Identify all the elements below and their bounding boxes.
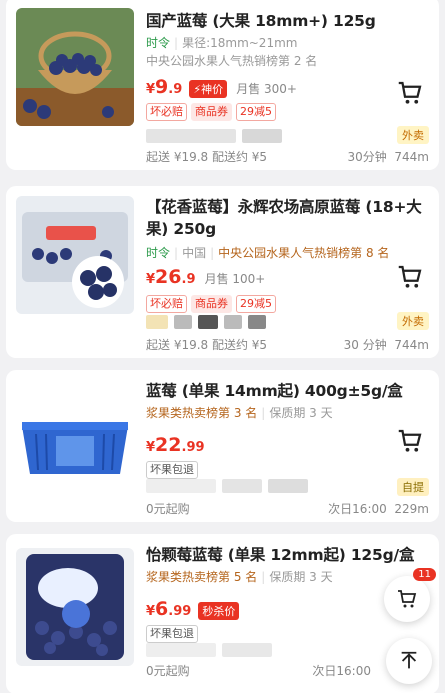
pickup-time: 次日16:00	[312, 664, 371, 678]
tag-guarantee: 坏必赔	[146, 295, 187, 313]
delivery-badge: 外卖	[397, 312, 429, 330]
tag-guarantee: 坏必赔	[146, 103, 187, 121]
product-card[interactable]: 蓝莓 (单果 14mm起) 400g±5g/盒 浆果类热卖榜第 3 名 | 保质期 …	[6, 370, 439, 522]
store-info-row	[146, 478, 429, 493]
rank-text[interactable]: 中央公园水果人气热销榜第 8 名	[218, 246, 389, 260]
min-order-text: 0元起购	[146, 502, 190, 516]
sales-text: 月售 100+	[204, 272, 266, 286]
rank-text[interactable]: 中央公园水果人气热销榜第 2 名	[146, 52, 431, 70]
delivery-badge: 外卖	[397, 126, 429, 144]
store-info-row	[146, 128, 429, 143]
distance: 744m	[394, 150, 429, 164]
delivery-time: 30分钟	[347, 150, 387, 164]
price: ¥26.9	[146, 266, 196, 288]
product-title[interactable]: 国产蓝莓 (大果 18mm+) 125g	[146, 10, 431, 32]
product-title[interactable]: 【花香蓝莓】永辉农场高原蓝莓 (18+大果) 250g	[146, 196, 431, 240]
product-image-basket-blueberries[interactable]	[16, 8, 134, 126]
arrow-up-icon	[401, 651, 417, 669]
product-title[interactable]: 怡颗莓蓝莓 (单果 12mm起) 125g/盒	[146, 544, 431, 566]
product-image-boxed-blueberries[interactable]	[16, 196, 134, 314]
tag-coupon: 商品券	[191, 103, 232, 121]
delivery-fee-text: 起送 ¥19.8 配送约 ¥5	[146, 150, 268, 164]
rank-text[interactable]: 浆果类热卖榜第 3 名	[146, 406, 257, 420]
distance: 229m	[394, 502, 429, 516]
cart-icon	[398, 590, 417, 608]
rank-text[interactable]: 浆果类热卖榜第 5 名	[146, 570, 257, 584]
store-info-row	[146, 314, 429, 329]
floating-cart-button[interactable]: 11	[384, 568, 436, 622]
tag-discount: 29减5	[236, 103, 276, 121]
season-tag: 时令	[146, 36, 171, 50]
min-order-text: 0元起购	[146, 664, 190, 678]
distance: 744m	[394, 338, 429, 352]
cart-count-badge: 11	[413, 568, 436, 581]
product-card[interactable]: 国产蓝莓 (大果 18mm+) 125g 时令 | 果径:18mm~21mm 中央公…	[6, 0, 439, 170]
tag-return: 坏果包退	[146, 461, 198, 479]
add-to-cart-icon[interactable]	[395, 262, 425, 292]
price: ¥22.99	[146, 434, 205, 456]
sales-text: 月售 300+	[236, 82, 297, 96]
add-to-cart-icon[interactable]	[395, 426, 425, 456]
delivery-fee-text: 起送 ¥19.8 配送约 ¥5	[146, 338, 268, 352]
flash-sale-badge: 秒杀价	[198, 601, 240, 620]
back-to-top-button[interactable]	[386, 638, 432, 684]
price: ¥9.9	[146, 76, 183, 98]
delivery-time: 30 分钟	[343, 338, 387, 352]
pickup-badge: 自提	[397, 478, 429, 496]
spec-text: 果径:18mm~21mm	[182, 36, 298, 50]
add-to-cart-icon[interactable]	[395, 78, 425, 108]
flash-deal-badge: ⚡神价	[189, 79, 228, 98]
shelf-life: 保质期 3 天	[269, 570, 333, 584]
price: ¥6.99	[146, 598, 192, 620]
pickup-time: 次日16:00	[328, 502, 387, 516]
product-image-blue-basket[interactable]	[16, 382, 134, 500]
tag-discount: 29减5	[236, 295, 276, 313]
origin-text: 中国	[182, 246, 207, 260]
product-card[interactable]: 【花香蓝莓】永辉农场高原蓝莓 (18+大果) 250g 时令 | 中国 | 中央公园水果…	[6, 186, 439, 358]
product-image-driscolls-box[interactable]	[16, 548, 134, 666]
tag-coupon: 商品券	[191, 295, 232, 313]
tag-return: 坏果包退	[146, 625, 198, 643]
product-title[interactable]: 蓝莓 (单果 14mm起) 400g±5g/盒	[146, 380, 431, 402]
season-tag: 时令	[146, 246, 171, 260]
product-card[interactable]: 怡颗莓蓝莓 (单果 12mm起) 125g/盒 浆果类热卖榜第 5 名 | 保质期 …	[6, 534, 439, 693]
shelf-life: 保质期 3 天	[269, 406, 333, 420]
